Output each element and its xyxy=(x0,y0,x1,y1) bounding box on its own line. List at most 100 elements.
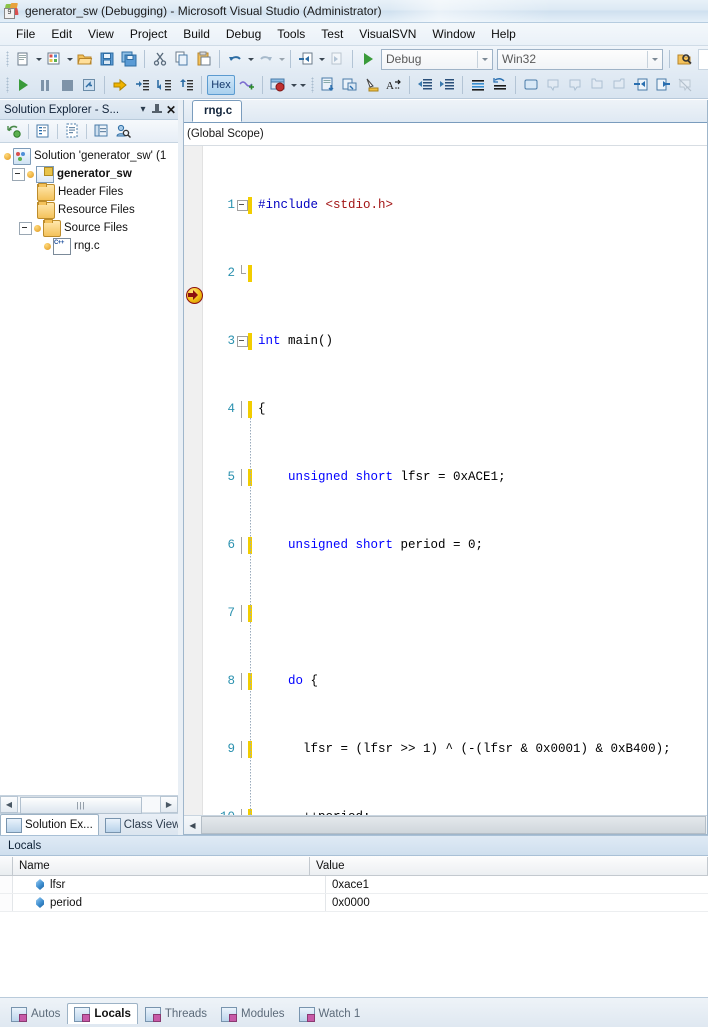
code-line[interactable]: 6 unsigned short period = 0; xyxy=(203,537,707,554)
dock-tab-solution-explorer[interactable]: Solution Ex... xyxy=(0,814,99,835)
add-new-item-dropdown-icon[interactable] xyxy=(65,48,74,70)
scroll-left-icon[interactable]: ◀ xyxy=(0,796,18,813)
code-text[interactable]: 1 #include <stdio.h> 2 3 int main() 4 {… xyxy=(203,146,707,815)
menu-item-view[interactable]: View xyxy=(80,24,122,44)
menu-item-edit[interactable]: Edit xyxy=(43,24,80,44)
paste-icon[interactable] xyxy=(193,48,215,70)
continue-icon[interactable] xyxy=(12,74,34,96)
undo-icon[interactable] xyxy=(224,48,246,70)
save-icon[interactable] xyxy=(96,48,118,70)
menu-item-file[interactable]: File xyxy=(8,24,43,44)
code-line[interactable]: 2 xyxy=(203,265,707,282)
hexadecimal-display-button[interactable]: Hex xyxy=(207,75,235,95)
view-code-icon[interactable] xyxy=(62,122,82,141)
comment-lines-icon[interactable] xyxy=(467,74,489,96)
navigate-backward-dropdown-icon[interactable] xyxy=(317,48,326,70)
font-size-icon[interactable]: A xyxy=(383,74,405,96)
toggle-bookmark-icon[interactable] xyxy=(520,74,542,96)
variable-value-cell[interactable]: 0xace1 xyxy=(326,879,708,891)
dock-tab-class-view[interactable]: Class View xyxy=(99,814,187,835)
refresh-icon[interactable] xyxy=(4,122,24,141)
previous-bookmark-icon[interactable] xyxy=(542,74,564,96)
code-lines[interactable]: 1 #include <stdio.h> 2 3 int main() 4 {… xyxy=(203,146,707,815)
code-surface[interactable]: 1 #include <stdio.h> 2 3 int main() 4 {… xyxy=(184,146,707,815)
variable-value-cell[interactable]: 0x0000 xyxy=(326,897,708,909)
save-all-icon[interactable] xyxy=(118,48,140,70)
menu-item-visualsvn[interactable]: VisualSVN xyxy=(351,24,424,44)
editor-horizontal-scrollbar[interactable]: ◀ xyxy=(184,815,707,834)
chevron-down-icon[interactable]: ▾ xyxy=(136,102,150,117)
redo-icon[interactable] xyxy=(255,48,277,70)
tree-item-rng-c[interactable]: rng.c xyxy=(4,237,178,255)
stop-debugging-icon[interactable] xyxy=(56,74,78,96)
new-item-dropdown-icon[interactable] xyxy=(34,48,43,70)
code-line[interactable]: 5 unsigned short lfsr = 0xACE1; xyxy=(203,469,707,486)
code-line[interactable]: 3 int main() xyxy=(203,333,707,350)
menu-item-window[interactable]: Window xyxy=(424,24,483,44)
property-pages-icon[interactable] xyxy=(113,122,133,141)
toolbar-grip[interactable] xyxy=(311,77,314,93)
table-row[interactable]: period 0x0000 xyxy=(0,894,708,912)
code-line[interactable]: 4 { xyxy=(203,401,707,418)
solution-explorer-horizontal-scrollbar[interactable]: ◀ ||| ▶ xyxy=(0,795,178,814)
solution-tree[interactable]: Solution 'generator_sw' (1 generator_sw … xyxy=(0,143,178,795)
expander-icon[interactable] xyxy=(19,221,32,235)
toolbar-grip[interactable] xyxy=(6,77,9,93)
decrease-indent-icon[interactable] xyxy=(414,74,436,96)
tree-item-project[interactable]: generator_sw xyxy=(4,165,178,183)
tab-threads[interactable]: Threads xyxy=(138,1003,214,1024)
show-all-files-icon[interactable] xyxy=(33,122,53,141)
copy-icon[interactable] xyxy=(171,48,193,70)
break-all-icon[interactable] xyxy=(34,74,56,96)
code-line[interactable]: 7 xyxy=(203,605,707,622)
clear-bookmarks-icon[interactable] xyxy=(674,74,696,96)
quick-find-symbol-icon[interactable] xyxy=(361,74,383,96)
menu-item-test[interactable]: Test xyxy=(313,24,351,44)
outline-marker[interactable] xyxy=(237,197,248,214)
breakpoint-margin[interactable] xyxy=(184,146,203,815)
scrollbar-thumb[interactable] xyxy=(201,816,706,834)
toolbar-grip[interactable] xyxy=(6,51,9,67)
menu-item-build[interactable]: Build xyxy=(175,24,218,44)
previous-bookmark-folder-icon[interactable] xyxy=(586,74,608,96)
breakpoints-window-icon[interactable] xyxy=(267,74,289,96)
scroll-right-icon[interactable]: ▶ xyxy=(160,796,178,813)
scroll-left-icon[interactable]: ◀ xyxy=(184,817,201,834)
chevron-down-icon[interactable] xyxy=(647,50,662,68)
variable-name-cell[interactable]: period xyxy=(13,894,326,911)
tree-item-source-files[interactable]: Source Files xyxy=(4,218,178,237)
undo-dropdown-icon[interactable] xyxy=(246,48,255,70)
show-next-statement-icon[interactable] xyxy=(109,74,131,96)
code-line-current[interactable]: 9 lfsr = (lfsr >> 1) ^ (-(lfsr & 0x0001)… xyxy=(203,741,707,758)
close-icon[interactable]: ✕ xyxy=(164,102,178,117)
start-debugging-icon[interactable] xyxy=(357,48,379,70)
properties-icon[interactable] xyxy=(91,122,111,141)
find-combo-input[interactable] xyxy=(698,48,708,70)
chevron-down-icon[interactable] xyxy=(477,50,492,68)
menu-item-help[interactable]: Help xyxy=(483,24,524,44)
solution-platform-combo[interactable]: Win32 xyxy=(497,48,663,70)
find-symbol-icon[interactable] xyxy=(339,74,361,96)
scrollbar-track[interactable]: ||| xyxy=(18,796,160,814)
toolbar-overflow-icon[interactable] xyxy=(298,74,307,96)
tab-locals[interactable]: Locals xyxy=(67,1003,138,1024)
open-file-icon[interactable] xyxy=(74,48,96,70)
breakpoints-dropdown-icon[interactable] xyxy=(289,74,298,96)
menu-item-project[interactable]: Project xyxy=(122,24,175,44)
move-up-icon[interactable] xyxy=(630,74,652,96)
increase-indent-icon[interactable] xyxy=(436,74,458,96)
document-tab-rng-c[interactable]: rng.c xyxy=(192,100,243,122)
step-into-icon[interactable] xyxy=(131,74,153,96)
column-header-value[interactable]: Value xyxy=(310,856,708,875)
table-row[interactable]: lfsr 0xace1 xyxy=(0,876,708,894)
navigation-scope-bar[interactable]: (Global Scope) xyxy=(184,123,707,146)
column-header-name[interactable]: Name xyxy=(13,856,310,875)
tree-item-resource-files[interactable]: Resource Files xyxy=(4,200,178,219)
menu-item-debug[interactable]: Debug xyxy=(218,24,269,44)
uncomment-lines-icon[interactable] xyxy=(489,74,511,96)
tree-item-header-files[interactable]: Header Files xyxy=(4,182,178,201)
find-in-files-icon[interactable] xyxy=(674,48,696,70)
tab-modules[interactable]: Modules xyxy=(214,1003,291,1024)
cut-icon[interactable] xyxy=(149,48,171,70)
tree-item-solution[interactable]: Solution 'generator_sw' (1 xyxy=(4,147,178,165)
